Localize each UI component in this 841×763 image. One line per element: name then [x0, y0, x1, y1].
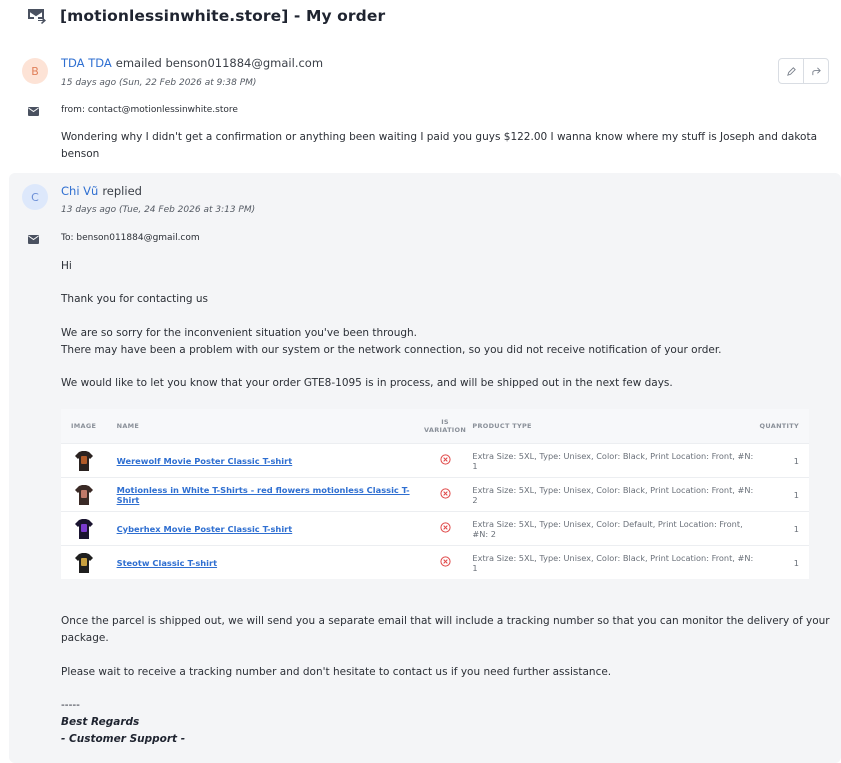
message-date: 13 days ago (Tue, 24 Feb 2026 at 3:13 PM… — [61, 205, 256, 215]
signature-team: - Customer Support - — [61, 733, 186, 745]
tshirt-thumbnail[interactable] — [75, 450, 93, 472]
envelope-icon — [28, 235, 39, 244]
tshirt-thumbnail[interactable] — [75, 484, 93, 506]
product-image-cell — [61, 545, 117, 579]
product-type-cell: Extra Size: 5XL, Type: Unisex, Color: De… — [472, 511, 760, 546]
reply-paragraph: package. — [61, 632, 109, 644]
x-circle-icon — [439, 454, 451, 465]
message-author-line: TDA TDA emailed benson011884@gmail.com — [61, 56, 323, 70]
reply-paragraph: Once the parcel is shipped out, we will … — [61, 615, 830, 627]
col-image: IMAGE — [61, 409, 117, 444]
author-link[interactable]: Chi Vũ — [61, 184, 98, 198]
envelope-icon — [28, 107, 39, 116]
variation-cell — [417, 443, 473, 478]
product-type-cell: Extra Size: 5XL, Type: Unisex, Color: Bl… — [472, 545, 760, 579]
signature-regards: Best Regards — [61, 716, 140, 728]
product-name-cell: Werewolf Movie Poster Classic T-shirt — [116, 443, 418, 478]
col-product-type: PRODUCT TYPE — [472, 409, 760, 444]
forward-icon — [811, 67, 821, 75]
tshirt-thumbnail[interactable] — [75, 552, 93, 574]
product-image-cell — [61, 511, 117, 546]
author-action: replied — [102, 184, 142, 198]
reply-paragraph: We would like to let you know that your … — [61, 377, 673, 389]
product-type-cell: Extra Size: 5XL, Type: Unisex, Color: Bl… — [472, 443, 760, 478]
col-variation: IS VARIATION — [417, 409, 473, 444]
order-items-table: IMAGE NAME IS VARIATION PRODUCT TYPE QUA… — [61, 409, 809, 579]
product-link[interactable]: Cyberhex Movie Poster Classic T-shirt — [117, 524, 293, 534]
author-action: emailed benson011884@gmail.com — [115, 56, 324, 70]
message-date: 15 days ago (Sun, 22 Feb 2026 at 9:38 PM… — [61, 78, 257, 88]
tshirt-thumbnail[interactable] — [75, 518, 93, 540]
quantity-cell: 1 — [759, 545, 809, 579]
reply-greeting: Hi — [61, 260, 72, 272]
product-name-cell: Steotw Classic T-shirt — [116, 545, 418, 579]
message-actions — [778, 58, 829, 84]
reply-paragraph: There may have been a problem with our s… — [61, 344, 722, 356]
product-name-cell: Cyberhex Movie Poster Classic T-shirt — [116, 511, 418, 546]
col-variation-line2: VARIATION — [424, 426, 467, 434]
product-image-cell — [61, 443, 117, 478]
ticket-header: [motionlessinwhite.store] - My order — [26, 6, 385, 26]
x-circle-icon — [439, 522, 451, 533]
table-row: Motionless in White T-Shirts - red flowe… — [61, 477, 809, 512]
reply-paragraph: Please wait to receive a tracking number… — [61, 666, 612, 678]
quantity-cell: 1 — [759, 443, 809, 478]
x-circle-icon — [439, 556, 451, 567]
col-name: NAME — [116, 409, 418, 444]
reply-paragraph: We are so sorry for the inconvenient sit… — [61, 327, 418, 339]
message-author-line: Chi Vũ replied — [61, 184, 142, 198]
to-address: To: benson011884@gmail.com — [61, 233, 200, 243]
table-row: Cyberhex Movie Poster Classic T-shirt Ext… — [61, 511, 809, 546]
product-image-cell — [61, 477, 117, 512]
avatar: C — [22, 184, 48, 210]
table-row: Werewolf Movie Poster Classic T-shirt Ext… — [61, 443, 809, 478]
avatar: B — [22, 58, 48, 84]
from-address: from: contact@motionlessinwhite.store — [61, 105, 238, 115]
x-circle-icon — [439, 488, 451, 499]
product-name-cell: Motionless in White T-Shirts - red flowe… — [116, 477, 418, 512]
signature-divider: ----- — [61, 699, 80, 711]
quantity-cell: 1 — [759, 477, 809, 512]
variation-cell — [417, 545, 473, 579]
mail-reply-icon — [28, 9, 46, 24]
pencil-icon — [786, 66, 796, 76]
product-link[interactable]: Steotw Classic T-shirt — [117, 558, 217, 568]
edit-button[interactable] — [779, 59, 803, 83]
table-header-row: IMAGE NAME IS VARIATION PRODUCT TYPE QUA… — [61, 409, 809, 444]
message-customer: B TDA TDA emailed benson011884@gmail.com … — [0, 50, 841, 160]
author-link[interactable]: TDA TDA — [61, 56, 112, 70]
reply-paragraph: Thank you for contacting us — [61, 293, 208, 305]
variation-cell — [417, 477, 473, 512]
product-link[interactable]: Motionless in White T-Shirts - red flowe… — [117, 485, 410, 505]
product-link[interactable]: Werewolf Movie Poster Classic T-shirt — [117, 456, 293, 466]
variation-cell — [417, 511, 473, 546]
ticket-title: [motionlessinwhite.store] - My order — [60, 7, 386, 25]
table-row: Steotw Classic T-shirt Extra Size: 5XL, T… — [61, 545, 809, 579]
col-quantity: QUANTITY — [759, 409, 809, 444]
quantity-cell: 1 — [759, 511, 809, 546]
col-variation-line1: IS — [441, 418, 449, 426]
message-body: Wondering why I didn't get a confirmatio… — [61, 131, 818, 160]
forward-button[interactable] — [803, 59, 828, 83]
product-type-cell: Extra Size: 5XL, Type: Unisex, Color: Bl… — [472, 477, 760, 512]
